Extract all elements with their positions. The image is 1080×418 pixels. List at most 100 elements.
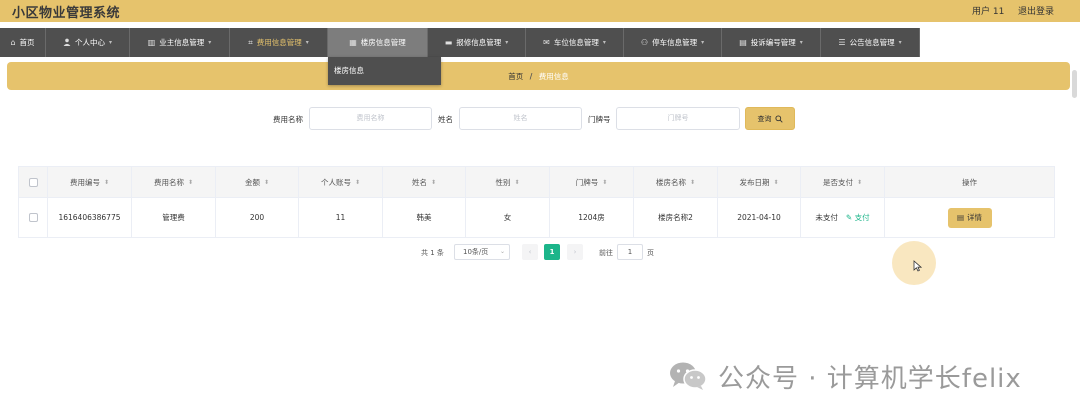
search-button[interactable]: 查询 bbox=[745, 107, 795, 130]
prev-page-button[interactable]: ‹ bbox=[522, 244, 538, 260]
nav-item-label: 投诉编号管理 bbox=[750, 38, 796, 47]
fee-table: 费用编号 ⬍ 费用名称 ⬍ 金额 ⬍ 个人账号 ⬍ 姓名 ⬍ 性别 ⬍ 门牌号 ⬍ 楼房名称 ⬍… bbox=[18, 166, 1055, 238]
main-nav: ⌂ 首页 个人中心 ▾ ▥ 业主信息管理 ▾ ⌗ 费用信息管理 ▾ ▦ 楼房信息… bbox=[0, 22, 1080, 57]
cell-door: 1204房 bbox=[550, 198, 634, 237]
search-form: 费用名称 费用名称 姓名 姓名 门牌号 门牌号 查询 bbox=[0, 107, 1080, 131]
breadcrumb-separator: / bbox=[529, 72, 533, 81]
chart-icon: ▥ bbox=[147, 38, 156, 47]
cell-name: 韩美 bbox=[383, 198, 466, 237]
nav-item-complaint[interactable]: ▤ 投诉编号管理 ▾ bbox=[722, 28, 821, 57]
goto-label: 前往 bbox=[599, 249, 613, 257]
page-button-current[interactable]: 1 bbox=[544, 244, 560, 260]
breadcrumb-home[interactable]: 首页 bbox=[508, 72, 523, 81]
chevron-right-icon: › bbox=[573, 248, 577, 256]
cell-account: 11 bbox=[299, 198, 383, 237]
header-cell[interactable]: 费用名称 ⬍ bbox=[132, 167, 216, 197]
logout-link[interactable]: 退出登录 bbox=[1018, 4, 1054, 17]
cell-date: 2021-04-10 bbox=[718, 198, 801, 237]
building-dropdown-menu: 楼房信息 bbox=[328, 57, 441, 85]
select-all-checkbox[interactable] bbox=[28, 177, 38, 187]
watermark: 公众号 · 计算机学长felix bbox=[668, 357, 1022, 395]
pay-link[interactable]: ✎ 支付 bbox=[846, 212, 870, 223]
door-label: 门牌号 bbox=[588, 115, 611, 124]
sort-icon: ⬍ bbox=[689, 178, 696, 186]
nav-item-building[interactable]: ▦ 楼房信息管理 bbox=[328, 28, 428, 57]
chevron-down-icon: ▾ bbox=[799, 39, 803, 46]
nav-item-fee[interactable]: ⌗ 费用信息管理 ▾ bbox=[230, 28, 328, 57]
header-cell[interactable]: 门牌号 ⬍ bbox=[550, 167, 634, 197]
header-cell: 操作 bbox=[962, 177, 977, 187]
breadcrumb: 首页 / 费用信息 bbox=[7, 62, 1070, 90]
mouse-pointer-icon bbox=[913, 260, 923, 275]
header-cell[interactable]: 金额 ⬍ bbox=[216, 167, 299, 197]
chevron-down-icon: ▾ bbox=[505, 39, 509, 46]
search-icon bbox=[774, 114, 783, 123]
chevron-down-icon: ▾ bbox=[701, 39, 705, 46]
fee-name-label: 费用名称 bbox=[273, 115, 303, 124]
dropdown-item-building-info[interactable]: 楼房信息 bbox=[334, 65, 364, 76]
cell-actions: ▤ 详情 bbox=[885, 198, 1054, 237]
mail-icon: ✉ bbox=[543, 38, 550, 47]
chevron-down-icon: ▾ bbox=[208, 39, 212, 46]
chevron-down-icon: ▾ bbox=[602, 39, 606, 46]
nav-item-profile[interactable]: 个人中心 ▾ bbox=[46, 28, 130, 57]
pagination-total: 共 1 条 bbox=[421, 249, 444, 257]
detail-button[interactable]: ▤ 详情 bbox=[947, 207, 992, 228]
sort-icon: ⬍ bbox=[430, 178, 437, 186]
door-input[interactable]: 门牌号 bbox=[616, 107, 740, 130]
monitor-icon: ▬ bbox=[444, 38, 453, 47]
app-window: 小区物业管理系统 用户 11 退出登录 ⌂ 首页 个人中心 ▾ ▥ 业主信息管理… bbox=[0, 0, 1080, 418]
nav-item-label: 费用信息管理 bbox=[256, 38, 302, 47]
chevron-down-icon: ▾ bbox=[108, 39, 112, 46]
nav-item-label: 首页 bbox=[19, 38, 35, 47]
chevron-down-icon: ⌄ bbox=[499, 248, 505, 255]
nav-item-label: 业主信息管理 bbox=[159, 38, 205, 47]
nav-item-parking[interactable]: ⚇ 停车信息管理 ▾ bbox=[624, 28, 722, 57]
page-jump-input[interactable]: 1 bbox=[617, 244, 643, 260]
cell-building: 楼房名称2 bbox=[634, 198, 718, 237]
header-cell[interactable]: 个人账号 ⬍ bbox=[299, 167, 383, 197]
user-icon bbox=[63, 38, 71, 48]
paid-status-text: 未支付 bbox=[815, 213, 838, 222]
nav-item-label: 公告信息管理 bbox=[849, 38, 895, 47]
app-title: 小区物业管理系统 bbox=[12, 6, 121, 21]
wechat-icon bbox=[668, 361, 708, 391]
nav-item-owner[interactable]: ▥ 业主信息管理 ▾ bbox=[130, 28, 230, 57]
header-cell[interactable]: 姓名 ⬍ bbox=[383, 167, 466, 197]
briefcase-icon: ▤ bbox=[739, 38, 747, 47]
next-page-button[interactable]: › bbox=[567, 244, 583, 260]
header-cell[interactable]: 是否支付 ⬍ bbox=[801, 167, 885, 197]
fee-name-input[interactable]: 费用名称 bbox=[309, 107, 432, 130]
nav-item-notice[interactable]: ☰ 公告信息管理 ▾ bbox=[821, 28, 920, 57]
sort-icon: ⬍ bbox=[354, 178, 361, 186]
cell-paid-status: 未支付 ✎ 支付 bbox=[801, 198, 885, 237]
header-cell[interactable]: 性别 ⬍ bbox=[466, 167, 550, 197]
breadcrumb-current: 费用信息 bbox=[538, 72, 569, 81]
header-cell[interactable]: 发布日期 ⬍ bbox=[718, 167, 801, 197]
app-header: 小区物业管理系统 用户 11 退出登录 bbox=[0, 0, 1080, 22]
row-checkbox[interactable] bbox=[28, 213, 38, 222]
sort-icon: ⬍ bbox=[773, 178, 779, 186]
cell-amount: 200 bbox=[216, 198, 299, 237]
header-cell[interactable]: 费用编号 ⬍ bbox=[48, 167, 132, 197]
nav-item-parking-space[interactable]: ✉ 车位信息管理 ▾ bbox=[526, 28, 624, 57]
name-input[interactable]: 姓名 bbox=[459, 107, 582, 130]
nav-item-label: 报修信息管理 bbox=[456, 38, 502, 47]
document-icon: ▤ bbox=[956, 213, 965, 222]
table-header: 费用编号 ⬍ 费用名称 ⬍ 金额 ⬍ 个人账号 ⬍ 姓名 ⬍ 性别 ⬍ 门牌号 ⬍ 楼房名称 ⬍… bbox=[18, 166, 1055, 198]
nav-item-label: 楼房信息管理 bbox=[360, 38, 406, 47]
nav-item-label: 车位信息管理 bbox=[553, 38, 599, 47]
scrollbar[interactable] bbox=[1072, 70, 1077, 98]
user-label: 用户 11 bbox=[972, 7, 1005, 17]
cell-gender: 女 bbox=[466, 198, 550, 237]
nav-item-home[interactable]: ⌂ 首页 bbox=[0, 28, 46, 57]
chevron-left-icon: ‹ bbox=[528, 248, 532, 256]
list-icon: ☰ bbox=[838, 38, 846, 47]
nav-item-label: 个人中心 bbox=[74, 38, 105, 47]
header-cell[interactable]: 楼房名称 ⬍ bbox=[634, 167, 718, 197]
nav-item-repair[interactable]: ▬ 报修信息管理 ▾ bbox=[428, 28, 526, 57]
row-select-cell bbox=[19, 198, 48, 237]
table-row: 1616406386775 管理费 200 11 韩美 女 1204房 楼房名称… bbox=[18, 198, 1055, 238]
building-icon: ▦ bbox=[349, 38, 357, 47]
page-size-select[interactable]: 10条/页 ⌄ bbox=[454, 244, 510, 260]
